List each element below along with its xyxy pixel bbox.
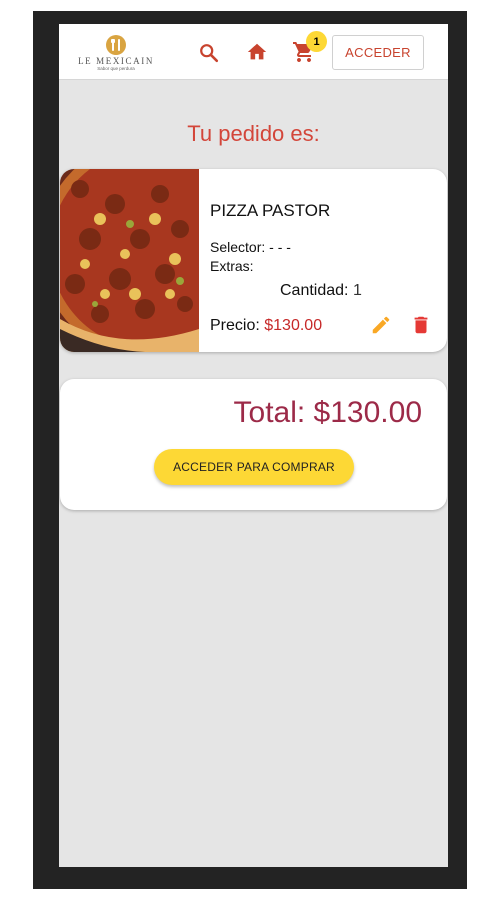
price-line: Precio: $130.00 [210, 317, 322, 335]
order-total: Total: $130.00 [233, 396, 422, 429]
page-title: Tu pedido es: [187, 121, 320, 146]
cart-button[interactable]: 1 [292, 31, 327, 64]
product-name: PIZZA PASTOR [210, 201, 331, 220]
selector-line: Selector: - - - [210, 239, 291, 255]
cart-item-card: PIZZA PASTOR Selector: - - - Extras: Can… [60, 169, 447, 352]
edit-icon[interactable] [370, 314, 392, 336]
logo-tagline: Sabor que perdura [97, 66, 135, 71]
selector-label: Selector: [210, 239, 266, 255]
price-value: $130.00 [264, 317, 323, 334]
login-to-buy-button[interactable]: ACCEDER PARA COMPRAR [154, 449, 354, 485]
price-label: Precio: [210, 317, 260, 334]
search-icon[interactable] [198, 42, 220, 64]
brand-logo[interactable]: LE MEXICAIN Sabor que perdura [71, 32, 161, 72]
cart-count-badge: 1 [306, 31, 327, 52]
logo-emblem-icon [106, 35, 126, 55]
extras-label: Extras: [210, 258, 254, 274]
pizza-image [60, 169, 199, 352]
delete-icon[interactable] [410, 314, 432, 336]
quantity-line: Cantidad: 1 [280, 282, 362, 300]
logo-name: LE MEXICAIN [78, 56, 154, 66]
home-icon[interactable] [246, 41, 268, 63]
quantity-label: Cantidad: [280, 282, 349, 299]
selector-value: - - - [265, 239, 291, 255]
top-app-bar: LE MEXICAIN Sabor que perdura 1 ACCEDER [59, 24, 448, 80]
login-button[interactable]: ACCEDER [332, 35, 424, 70]
order-summary-card: Total: $130.00 ACCEDER PARA COMPRAR [60, 379, 447, 510]
quantity-value: 1 [352, 282, 362, 299]
app-screen: LE MEXICAIN Sabor que perdura 1 ACCEDER … [59, 24, 448, 867]
